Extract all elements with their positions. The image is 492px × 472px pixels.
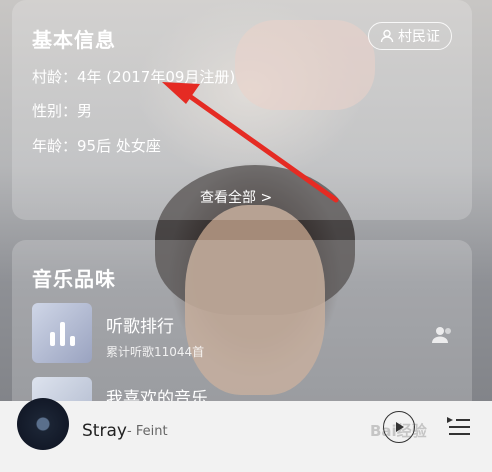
ranking-playlist-name[interactable]: 听歌排行 — [106, 312, 174, 337]
basic-info-title: 基本信息 — [32, 28, 116, 52]
album-disc[interactable] — [17, 398, 69, 450]
song-title: Stray — [82, 421, 127, 441]
play-icon — [396, 422, 404, 432]
villager-id-label: 村民证 — [398, 29, 440, 45]
ranking-playlist-count: 累计听歌11044首 — [106, 345, 205, 359]
music-taste-title: 音乐品味 — [32, 267, 116, 291]
play-button[interactable] — [383, 411, 415, 443]
villager-id-button[interactable]: 村民证 — [368, 22, 452, 50]
person-icon — [380, 29, 394, 43]
gender-row: 性别：男 — [32, 102, 93, 120]
song-artist: - Feint — [127, 424, 168, 439]
playlist-icon[interactable] — [447, 416, 471, 438]
view-all-link[interactable]: 查看全部 > — [200, 187, 272, 207]
village-age-row: 村龄：4年 (2017年09月注册) — [32, 68, 236, 86]
friends-icon[interactable] — [432, 326, 454, 344]
ranking-bars-icon — [50, 322, 75, 346]
age-row: 年龄：95后 处女座 — [32, 137, 161, 155]
